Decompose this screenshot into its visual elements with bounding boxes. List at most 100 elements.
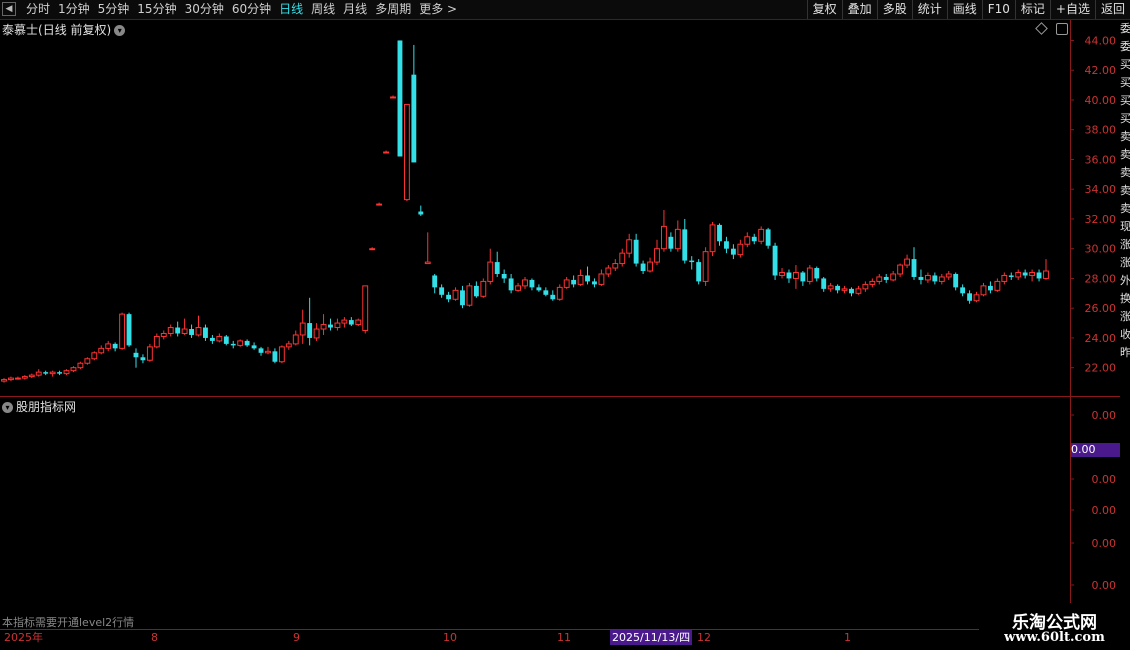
candlestick[interactable]	[397, 40, 403, 157]
candlestick[interactable]	[987, 281, 993, 294]
candlestick[interactable]	[390, 95, 396, 99]
candlestick[interactable]	[189, 324, 194, 338]
candlestick[interactable]	[105, 340, 112, 352]
candlestick[interactable]	[230, 340, 236, 349]
candlestick[interactable]	[119, 312, 126, 350]
candlestick[interactable]	[160, 330, 167, 340]
candlestick[interactable]	[292, 330, 299, 346]
candlestick[interactable]	[855, 285, 862, 295]
candlestick[interactable]	[348, 317, 354, 327]
candlestick[interactable]	[924, 272, 931, 283]
candlestick[interactable]	[28, 373, 35, 379]
candlestick[interactable]	[779, 268, 785, 279]
candlestick[interactable]	[619, 248, 626, 267]
candlestick[interactable]	[571, 275, 577, 288]
candlestick[interactable]	[501, 269, 507, 283]
candlestick[interactable]	[299, 309, 306, 344]
candlestick[interactable]	[876, 273, 883, 285]
candlestick[interactable]	[640, 260, 646, 274]
candlestick[interactable]	[612, 259, 619, 272]
candlestick[interactable]	[592, 278, 597, 288]
candlestick[interactable]	[452, 287, 459, 301]
candlestick[interactable]	[1008, 272, 1014, 280]
candlestick[interactable]	[696, 259, 702, 285]
candlestick[interactable]	[307, 297, 313, 346]
candlestick[interactable]	[320, 314, 327, 335]
candlestick[interactable]	[43, 370, 49, 376]
candlestick[interactable]	[577, 269, 584, 286]
candlestick[interactable]	[1022, 269, 1028, 279]
candlestick[interactable]	[175, 321, 181, 337]
candlestick[interactable]	[1001, 272, 1008, 285]
candlestick[interactable]	[341, 317, 348, 328]
candlestick[interactable]	[153, 333, 160, 349]
candlestick[interactable]	[278, 345, 285, 364]
candlestick[interactable]	[146, 343, 153, 362]
candlestick[interactable]	[689, 256, 695, 270]
candlestick[interactable]	[529, 278, 535, 291]
candlestick[interactable]	[932, 272, 938, 285]
candlestick[interactable]	[424, 232, 431, 265]
candlestick[interactable]	[661, 210, 667, 252]
candlestick[interactable]	[244, 339, 250, 347]
candlestick[interactable]	[765, 227, 771, 249]
candlestick[interactable]	[702, 247, 709, 286]
candlestick[interactable]	[585, 266, 590, 285]
candlestick[interactable]	[633, 233, 639, 267]
candlestick[interactable]	[140, 354, 146, 364]
candlestick[interactable]	[835, 284, 841, 294]
candlestick[interactable]	[77, 361, 84, 370]
candlestick[interactable]	[827, 282, 834, 292]
candlestick[interactable]	[1015, 269, 1022, 280]
candlestick[interactable]	[1036, 269, 1042, 282]
candlestick[interactable]	[313, 323, 320, 341]
candlestick[interactable]	[181, 318, 188, 335]
candlestick[interactable]	[84, 357, 91, 365]
candlestick[interactable]	[849, 287, 854, 297]
candlestick[interactable]	[1043, 259, 1049, 280]
candlestick[interactable]	[980, 282, 987, 297]
candlestick[interactable]	[446, 291, 452, 303]
candlestick[interactable]	[112, 342, 118, 352]
candlestick[interactable]	[383, 150, 389, 154]
candlestick[interactable]	[328, 318, 333, 331]
candlestick[interactable]	[626, 233, 633, 258]
candlestick[interactable]	[751, 233, 757, 245]
candlestick[interactable]	[362, 285, 369, 334]
candlestick[interactable]	[682, 218, 688, 264]
candlestick[interactable]	[522, 276, 528, 289]
candlestick[interactable]	[460, 285, 465, 309]
candlestick[interactable]	[841, 285, 848, 294]
candlestick[interactable]	[911, 247, 917, 280]
candlestick[interactable]	[63, 369, 70, 376]
candlestick[interactable]	[814, 266, 820, 282]
candlestick[interactable]	[411, 44, 417, 163]
candlestick[interactable]	[1029, 269, 1036, 282]
candlestick[interactable]	[494, 251, 500, 277]
candlestick[interactable]	[70, 366, 77, 373]
candlestick[interactable]	[195, 315, 202, 337]
candlestick[interactable]	[973, 291, 980, 303]
candlestick[interactable]	[8, 376, 14, 382]
candlestick[interactable]	[432, 273, 438, 294]
candlestick[interactable]	[223, 334, 229, 346]
candlestick[interactable]	[883, 273, 889, 283]
candlestick[interactable]	[133, 348, 139, 368]
candlestick[interactable]	[786, 269, 792, 283]
candlestick[interactable]	[203, 324, 208, 341]
candlestick[interactable]	[556, 284, 563, 301]
candlestick[interactable]	[473, 281, 479, 298]
candlestick[interactable]	[550, 290, 556, 301]
candlestick[interactable]	[654, 239, 660, 266]
candlestick[interactable]	[724, 236, 729, 254]
candlestick[interactable]	[862, 281, 869, 292]
candlestick[interactable]	[439, 284, 445, 298]
candlestick[interactable]	[563, 276, 570, 289]
candlestick[interactable]	[487, 248, 494, 285]
candlestick[interactable]	[744, 232, 751, 248]
candlestick[interactable]	[821, 276, 827, 292]
candlestick[interactable]	[480, 278, 487, 298]
candlestick[interactable]	[334, 318, 341, 331]
candlestick[interactable]	[772, 242, 778, 280]
candlestick[interactable]	[209, 334, 215, 344]
